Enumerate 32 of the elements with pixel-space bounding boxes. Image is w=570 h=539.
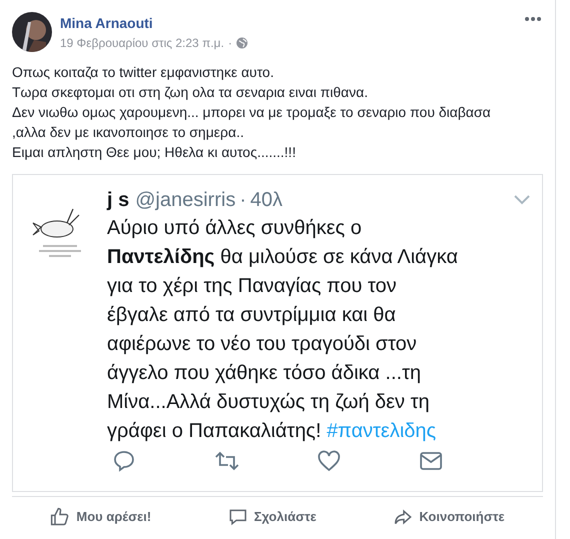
separator-dot: ·	[240, 188, 246, 213]
post-text-line: ,αλλα δεν με ικανοποιησε το σημερα..	[12, 123, 245, 142]
tweet-author-name[interactable]: j s	[107, 187, 130, 213]
tweet-text-line: Αύριο υπό άλλες συνθήκες ο	[107, 216, 363, 241]
thumbs-up-icon	[50, 506, 70, 526]
tweet-text-line: Παντελίδης θα μιλούσε σε κάνα Λιάγκα	[107, 245, 459, 270]
more-options-icon[interactable]	[525, 17, 541, 21]
separator-dot: ·	[228, 34, 232, 52]
tweet-age: 40λ	[250, 188, 282, 213]
tweet-text-line: για το χέρι της Παναγίας που τον	[107, 274, 398, 299]
tweet-text-line: έβγαλε από τα συντρίμμια και θα	[107, 303, 397, 328]
share-button[interactable]: Κοινοποιήστε	[387, 502, 511, 530]
tweet-text-line: άγγελο που χάθηκε τόσο άδικα ...τη	[107, 361, 422, 386]
post-text-line: Οπως κοιταζα το twitter εμφανιστηκε αυτο.	[12, 63, 275, 82]
tweet-handle[interactable]: @janesirris	[135, 187, 236, 213]
reply-icon[interactable]	[112, 449, 136, 473]
globe-icon	[236, 36, 248, 48]
comment-button[interactable]: Σχολιάστε	[222, 502, 322, 530]
post-text-line: Δεν νιωθω ομως χαρουμενη... μπορει να με τρομαξε το σεναριο που διαβασα	[12, 103, 492, 122]
author-name[interactable]: Mina Arnaouti	[60, 12, 517, 34]
retweet-icon[interactable]	[214, 449, 240, 473]
tweet-text-line: Μίνα...Αλλά δυστυχώς τη ζωή δεν τη	[107, 390, 430, 415]
share-arrow-icon	[393, 506, 414, 526]
tweet-text-line: αφιέρωνε το νέο του τραγούδι στον	[107, 332, 418, 357]
heart-icon[interactable]	[317, 449, 342, 473]
tweet-text-line: γράφει ο Παπακαλιάτης! #παντελιδης	[107, 419, 438, 444]
post-timestamp[interactable]: 19 Φεβρουαρίου στις 2:23 π.μ.	[60, 34, 224, 52]
post-text-line: Τωρα σκεφτομαι οτι στη ζωη ολα τα σεναρια ειναι πιθανα.	[12, 83, 369, 102]
post-text-line: Ειμαι απληστη Θεε μου; Ηθελα κι αυτος.......!!!	[12, 143, 297, 162]
envelope-icon[interactable]	[419, 449, 444, 473]
speech-bubble-icon	[228, 506, 248, 526]
like-button[interactable]: Μου αρέσει!	[44, 502, 158, 530]
